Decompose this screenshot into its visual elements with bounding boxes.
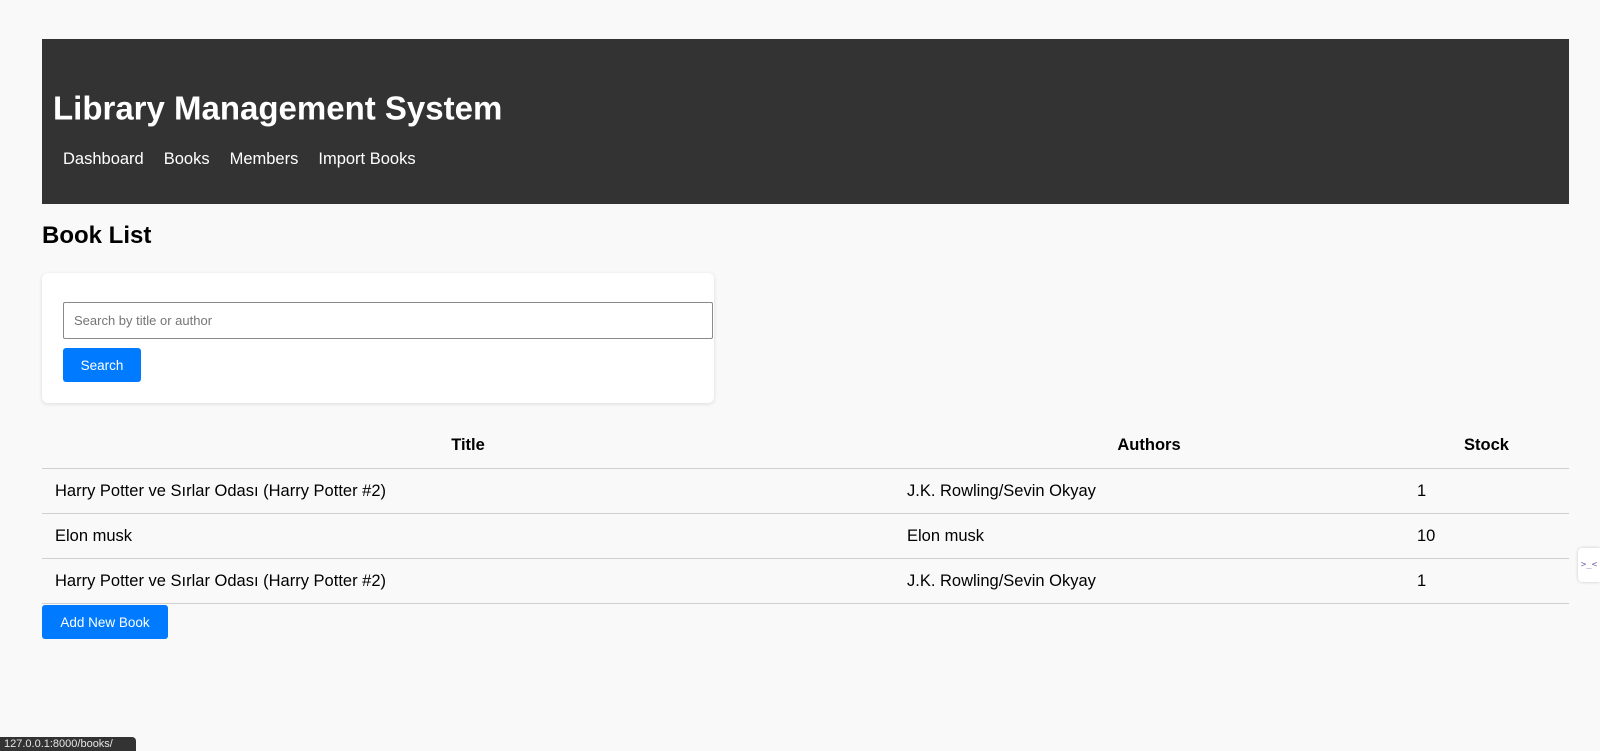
- cell-stock: 1: [1404, 468, 1569, 514]
- cell-title: Elon musk: [42, 513, 894, 559]
- terminal-prompt-icon[interactable]: >_<: [1578, 548, 1600, 582]
- status-bar-url: 127.0.0.1:8000/books/: [0, 737, 136, 751]
- column-header-authors: Authors: [894, 423, 1404, 469]
- cell-title: Harry Potter ve Sırlar Odası (Harry Pott…: [42, 558, 894, 604]
- search-button[interactable]: Search: [63, 348, 141, 382]
- cell-authors: Elon musk: [894, 513, 1404, 559]
- table-row: Harry Potter ve Sırlar Odası (Harry Pott…: [42, 468, 1569, 514]
- book-table: Title Authors Stock Harry Potter ve Sırl…: [42, 423, 1569, 604]
- search-input[interactable]: [63, 302, 713, 339]
- cell-title: Harry Potter ve Sırlar Odası (Harry Pott…: [42, 468, 894, 514]
- cell-authors: J.K. Rowling/Sevin Okyay: [894, 468, 1404, 514]
- nav-members[interactable]: Members: [230, 151, 299, 168]
- table-row: Harry Potter ve Sırlar Odası (Harry Pott…: [42, 558, 1569, 604]
- add-new-book-button[interactable]: Add New Book: [42, 605, 168, 639]
- nav-dashboard[interactable]: Dashboard: [63, 151, 144, 168]
- column-header-stock: Stock: [1404, 423, 1569, 469]
- page-title: Book List: [42, 222, 152, 249]
- cell-stock: 1: [1404, 558, 1569, 604]
- column-header-title: Title: [42, 423, 894, 469]
- cell-stock: 10: [1404, 513, 1569, 559]
- nav-books[interactable]: Books: [164, 151, 210, 168]
- table-header-row: Title Authors Stock: [42, 423, 1569, 469]
- app-title: Library Management System: [53, 89, 503, 127]
- main-nav: Dashboard Books Members Import Books: [63, 151, 436, 168]
- table-row: Elon musk Elon musk 10: [42, 513, 1569, 559]
- search-card: Search: [42, 273, 714, 403]
- nav-import-books[interactable]: Import Books: [318, 151, 415, 168]
- cell-authors: J.K. Rowling/Sevin Okyay: [894, 558, 1404, 604]
- app-header: Library Management System Dashboard Book…: [42, 39, 1569, 204]
